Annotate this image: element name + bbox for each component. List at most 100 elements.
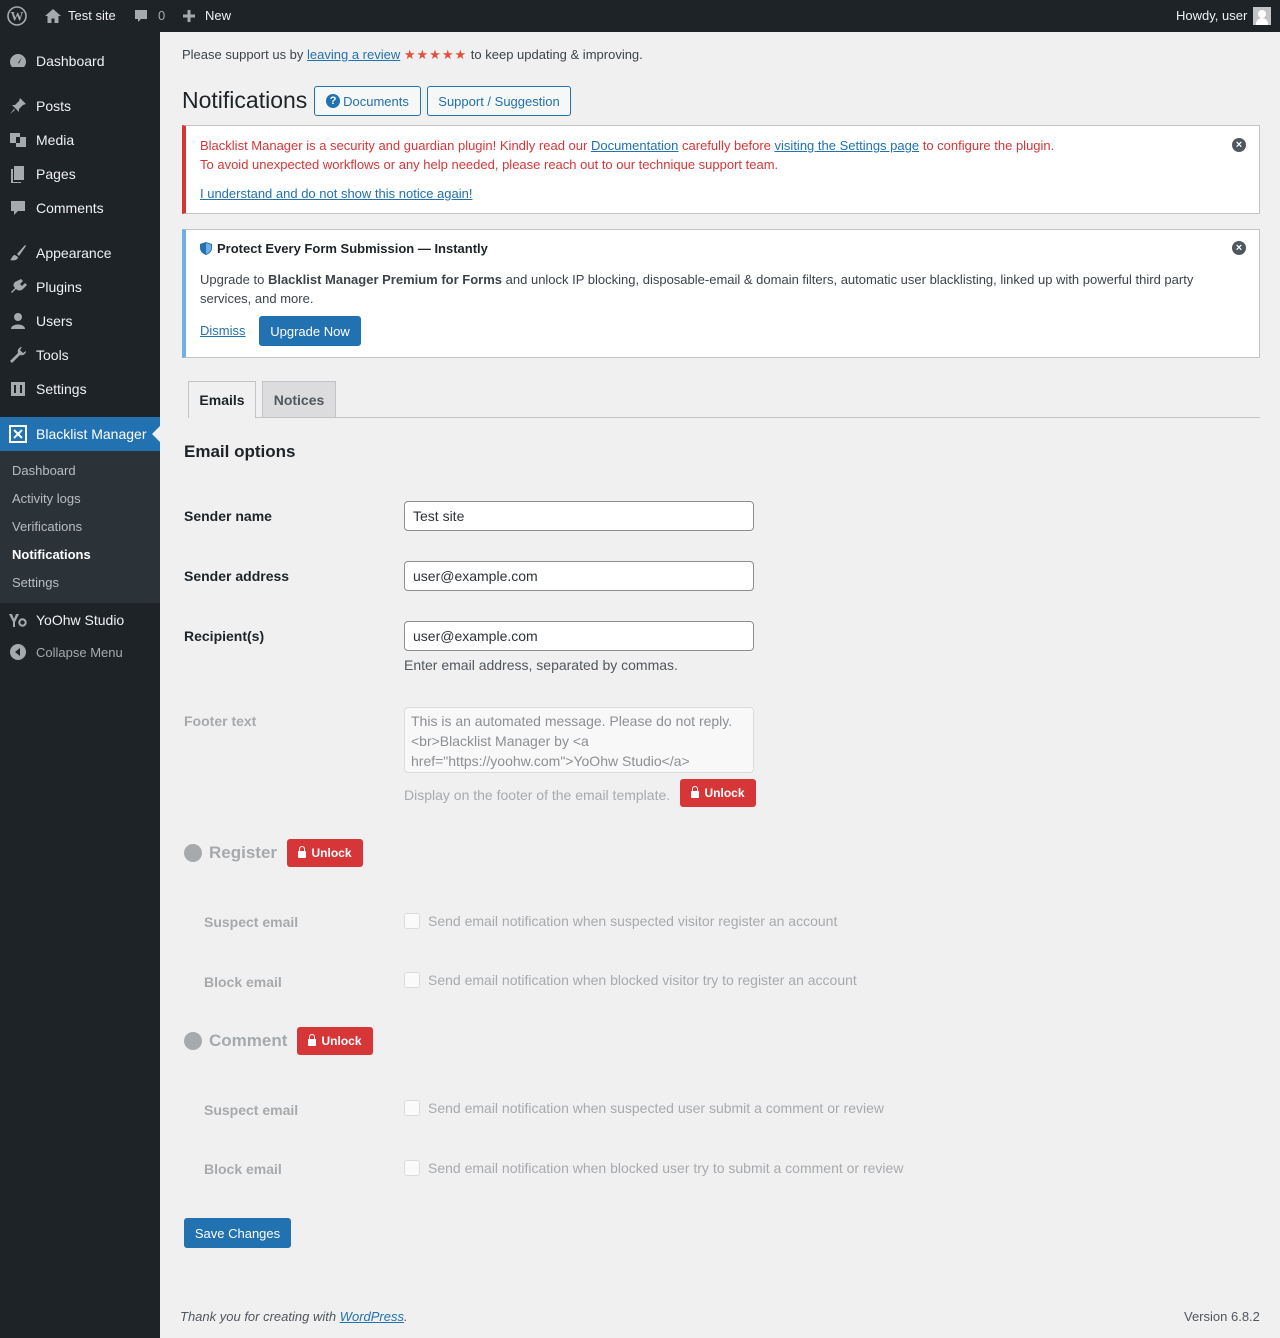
menu-plugins[interactable]: Plugins (0, 270, 160, 304)
checkbox-label: Send email notification when suspected v… (428, 913, 838, 929)
checkbox-label: Send email notification when blocked use… (428, 1160, 904, 1176)
recipients-description: Enter email address, separated by commas… (404, 657, 678, 673)
documentation-link[interactable]: Documentation (591, 138, 678, 153)
user-icon (0, 311, 36, 331)
notice-text: Blacklist Manager is a security and guar… (200, 138, 588, 153)
footer-text-description: Display on the footer of the email templ… (404, 787, 671, 803)
sender-address-input[interactable]: user@example.com (404, 561, 754, 591)
avatar (1253, 7, 1272, 25)
dont-show-again-link[interactable]: I understand and do not show this notice… (200, 186, 472, 201)
unlock-label: Unlock (321, 1034, 362, 1048)
recipients-input[interactable]: user@example.com (404, 621, 754, 651)
admin-sidebar: Dashboard Posts Media Pages Comments App… (0, 32, 160, 1338)
new-content-link[interactable]: New (182, 0, 231, 32)
documents-button[interactable]: ? Documents (314, 86, 421, 116)
unlock-register-button[interactable]: Unlock (287, 839, 363, 867)
submenu-settings[interactable]: Settings (12, 575, 59, 590)
menu-label: Collapse Menu (36, 644, 123, 660)
support-button[interactable]: Support / Suggestion (427, 86, 571, 116)
menu-label: Posts (36, 98, 72, 114)
lock-icon (298, 845, 307, 858)
sender-name-label: Sender name (184, 508, 272, 524)
register-block-checkbox[interactable] (404, 972, 420, 988)
tab-divider (188, 417, 1260, 418)
pages-icon (0, 164, 36, 184)
svg-text:W: W (11, 9, 24, 24)
documents-label: Documents (343, 93, 409, 109)
dashboard-icon (0, 51, 36, 71)
menu-tools[interactable]: Tools (0, 338, 160, 372)
site-name: Test site (68, 8, 116, 23)
home-icon (45, 9, 61, 23)
save-changes-button[interactable]: Save Changes (184, 1218, 291, 1248)
wrench-icon (0, 345, 36, 365)
menu-appearance[interactable]: Appearance (0, 236, 160, 270)
comment-suspect-checkbox[interactable] (404, 1100, 420, 1116)
close-icon[interactable]: × (1232, 138, 1246, 152)
blacklist-icon (0, 424, 36, 444)
page-title: Notifications (182, 87, 308, 113)
comment-block-label: Block email (204, 1161, 282, 1177)
footer-text-label: Footer text (184, 713, 257, 729)
menu-users[interactable]: Users (0, 304, 160, 338)
submenu-activity-logs[interactable]: Activity logs (12, 491, 81, 506)
menu-posts[interactable]: Posts (0, 89, 160, 123)
menu-label: Dashboard (36, 53, 105, 69)
media-icon (0, 130, 36, 150)
howdy-text: Howdy, user (1176, 8, 1248, 23)
comment-title: Comment (209, 1031, 288, 1050)
review-link[interactable]: leaving a review (307, 47, 400, 62)
footer-thanks: Thank you for creating with WordPress. (180, 1309, 408, 1324)
unlock-comment-button[interactable]: Unlock (297, 1027, 373, 1055)
globe-icon (184, 1032, 202, 1050)
my-account-link[interactable]: Howdy, user (1176, 0, 1272, 32)
sender-name-input[interactable]: Test site (404, 501, 754, 531)
unlock-label: Unlock (311, 846, 352, 860)
shield-icon (200, 242, 212, 255)
submenu-dashboard[interactable]: Dashboard (12, 463, 76, 478)
blacklist-submenu: Dashboard Activity logs Verifications No… (0, 451, 160, 603)
upsell-product: Blacklist Manager Premium for Forms (267, 272, 503, 287)
section-title-email-options: Email options (184, 442, 296, 461)
comment-block-checkbox[interactable] (404, 1160, 420, 1176)
menu-collapse[interactable]: Collapse Menu (0, 635, 160, 669)
submenu-verifications[interactable]: Verifications (12, 519, 82, 534)
yo-icon (0, 610, 36, 630)
tab-notices[interactable]: Notices (262, 381, 336, 417)
version-text: Version 6.8.2 (1184, 1309, 1260, 1324)
menu-label: Tools (36, 347, 69, 363)
menu-blacklist-manager[interactable]: Blacklist Manager (0, 417, 160, 451)
tab-emails[interactable]: Emails (188, 381, 256, 418)
lock-icon (308, 1033, 317, 1046)
notice-line-2: To avoid unexpected workflows or any hel… (200, 157, 779, 172)
menu-label: Media (36, 132, 75, 148)
close-icon[interactable]: × (1232, 241, 1246, 255)
upsell-title: Protect Every Form Submission — Instantl… (217, 241, 488, 256)
menu-yoohw-studio[interactable]: YoOhw Studio (0, 603, 160, 637)
menu-settings[interactable]: Settings (0, 372, 160, 406)
register-suspect-checkbox[interactable] (404, 913, 420, 929)
settings-page-link[interactable]: visiting the Settings page (775, 138, 920, 153)
menu-dashboard[interactable]: Dashboard (0, 44, 160, 78)
dismiss-link[interactable]: Dismiss (200, 323, 246, 338)
menu-label: Settings (36, 381, 87, 397)
plus-icon (183, 10, 195, 22)
pin-icon (0, 96, 36, 116)
menu-label: Plugins (36, 279, 82, 295)
wordpress-logo-icon[interactable]: W (7, 0, 27, 32)
checkbox-label: Send email notification when suspected u… (428, 1100, 884, 1116)
register-title: Register (209, 843, 278, 862)
comment-bubble-icon (135, 10, 147, 22)
site-name-link[interactable]: Test site (44, 0, 116, 32)
submenu-notifications[interactable]: Notifications (12, 547, 91, 562)
unlock-button[interactable]: Unlock (680, 779, 756, 807)
upgrade-now-button[interactable]: Upgrade Now (259, 316, 361, 346)
menu-media[interactable]: Media (0, 123, 160, 157)
menu-pages[interactable]: Pages (0, 157, 160, 191)
comments-link[interactable]: 0 (133, 0, 165, 32)
register-heading: Register (184, 843, 277, 863)
menu-comments[interactable]: Comments (0, 191, 160, 225)
wordpress-link[interactable]: WordPress (340, 1309, 404, 1324)
help-icon: ? (326, 94, 341, 108)
collapse-icon (0, 643, 36, 661)
